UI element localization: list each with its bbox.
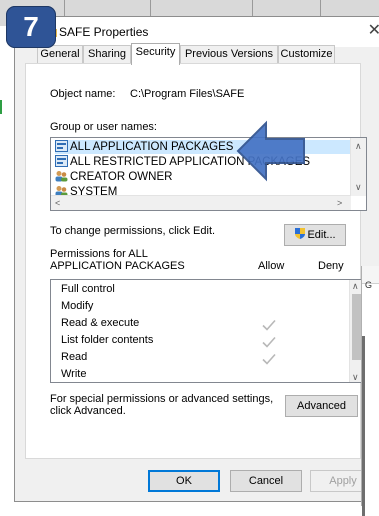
permissions-list[interactable]: Full control Modify Read & execute List … <box>50 279 363 383</box>
allow-checkmark-icon <box>262 336 276 348</box>
permission-row: Write <box>61 365 87 382</box>
permission-name: Modify <box>61 300 94 312</box>
shield-icon <box>295 228 306 239</box>
background-accent <box>0 100 2 114</box>
permission-name: Read & execute <box>61 317 140 329</box>
scroll-right-icon[interactable]: > <box>337 198 342 208</box>
group-list[interactable]: ALL APPLICATION PACKAGES ALL RESTRICTED … <box>50 137 367 211</box>
list-item[interactable]: SYSTEM <box>55 185 117 195</box>
list-item[interactable]: ALL APPLICATION PACKAGES <box>55 140 351 154</box>
title-bar: SAFE Properties ✕ <box>15 17 379 47</box>
ok-button[interactable]: OK <box>148 470 220 492</box>
group-list-vertical-scrollbar[interactable]: ∧ ∨ <box>350 138 366 196</box>
permission-row: Modify <box>61 297 93 315</box>
advanced-button[interactable]: Advanced <box>285 395 358 417</box>
scroll-up-icon[interactable]: ∧ <box>355 141 362 151</box>
step-number-badge: 7 <box>6 6 56 48</box>
allow-column-header: Allow <box>258 260 285 272</box>
tab-customize[interactable]: Customize <box>278 45 335 64</box>
background-window-edge <box>362 336 365 516</box>
allow-checkmark-icon <box>262 319 276 331</box>
tab-security[interactable]: Security <box>131 43 180 65</box>
cancel-button[interactable]: Cancel <box>230 470 302 492</box>
object-name-value: C:\Program Files\SAFE <box>130 88 245 100</box>
group-name: CREATOR OWNER <box>70 171 173 183</box>
permission-row: Full control <box>61 280 115 298</box>
group-list-horizontal-scrollbar[interactable]: < > <box>51 195 351 210</box>
background-window: G <box>361 266 379 516</box>
tab-previous-versions[interactable]: Previous Versions <box>180 45 278 64</box>
users-icon <box>55 171 68 182</box>
permission-name: List folder contents <box>61 334 154 346</box>
app-package-icon <box>55 140 68 152</box>
list-item[interactable]: CREATOR OWNER <box>55 170 172 184</box>
window-title: SAFE Properties <box>59 25 149 39</box>
close-icon[interactable]: ✕ <box>368 23 379 39</box>
allow-checkmark-icon <box>262 353 276 365</box>
pointer-arrow-icon <box>236 120 305 182</box>
scroll-up-icon[interactable]: ∧ <box>352 281 359 291</box>
change-permissions-text: To change permissions, click Edit. <box>50 225 216 237</box>
app-package-icon <box>55 155 68 167</box>
scroll-down-icon[interactable]: ∨ <box>352 372 359 382</box>
permission-name: Write <box>61 368 87 380</box>
users-icon <box>55 186 68 195</box>
edit-button-label: Edit... <box>307 229 336 241</box>
group-names-label: Group or user names: <box>50 121 157 133</box>
scroll-down-icon[interactable]: ∨ <box>355 182 362 192</box>
group-name: SYSTEM <box>70 186 118 195</box>
tab-sharing[interactable]: Sharing <box>83 45 131 64</box>
permission-row: Read & execute <box>61 314 139 332</box>
object-name-label: Object name: <box>50 88 116 100</box>
permission-row: Read <box>61 348 87 366</box>
edit-button[interactable]: Edit... <box>284 224 346 246</box>
scroll-left-icon[interactable]: < <box>55 198 60 208</box>
permission-name: Read <box>61 351 88 363</box>
scroll-thumb[interactable] <box>352 294 361 360</box>
background-window-label: G <box>365 280 373 290</box>
permission-name: Full control <box>61 283 115 295</box>
deny-column-header: Deny <box>318 260 344 272</box>
permission-row: List folder contents <box>61 331 153 349</box>
permissions-for-label: Permissions for ALL APPLICATION PACKAGES <box>50 248 185 272</box>
group-name: ALL APPLICATION PACKAGES <box>70 141 234 153</box>
advanced-settings-text: For special permissions or advanced sett… <box>50 393 274 417</box>
